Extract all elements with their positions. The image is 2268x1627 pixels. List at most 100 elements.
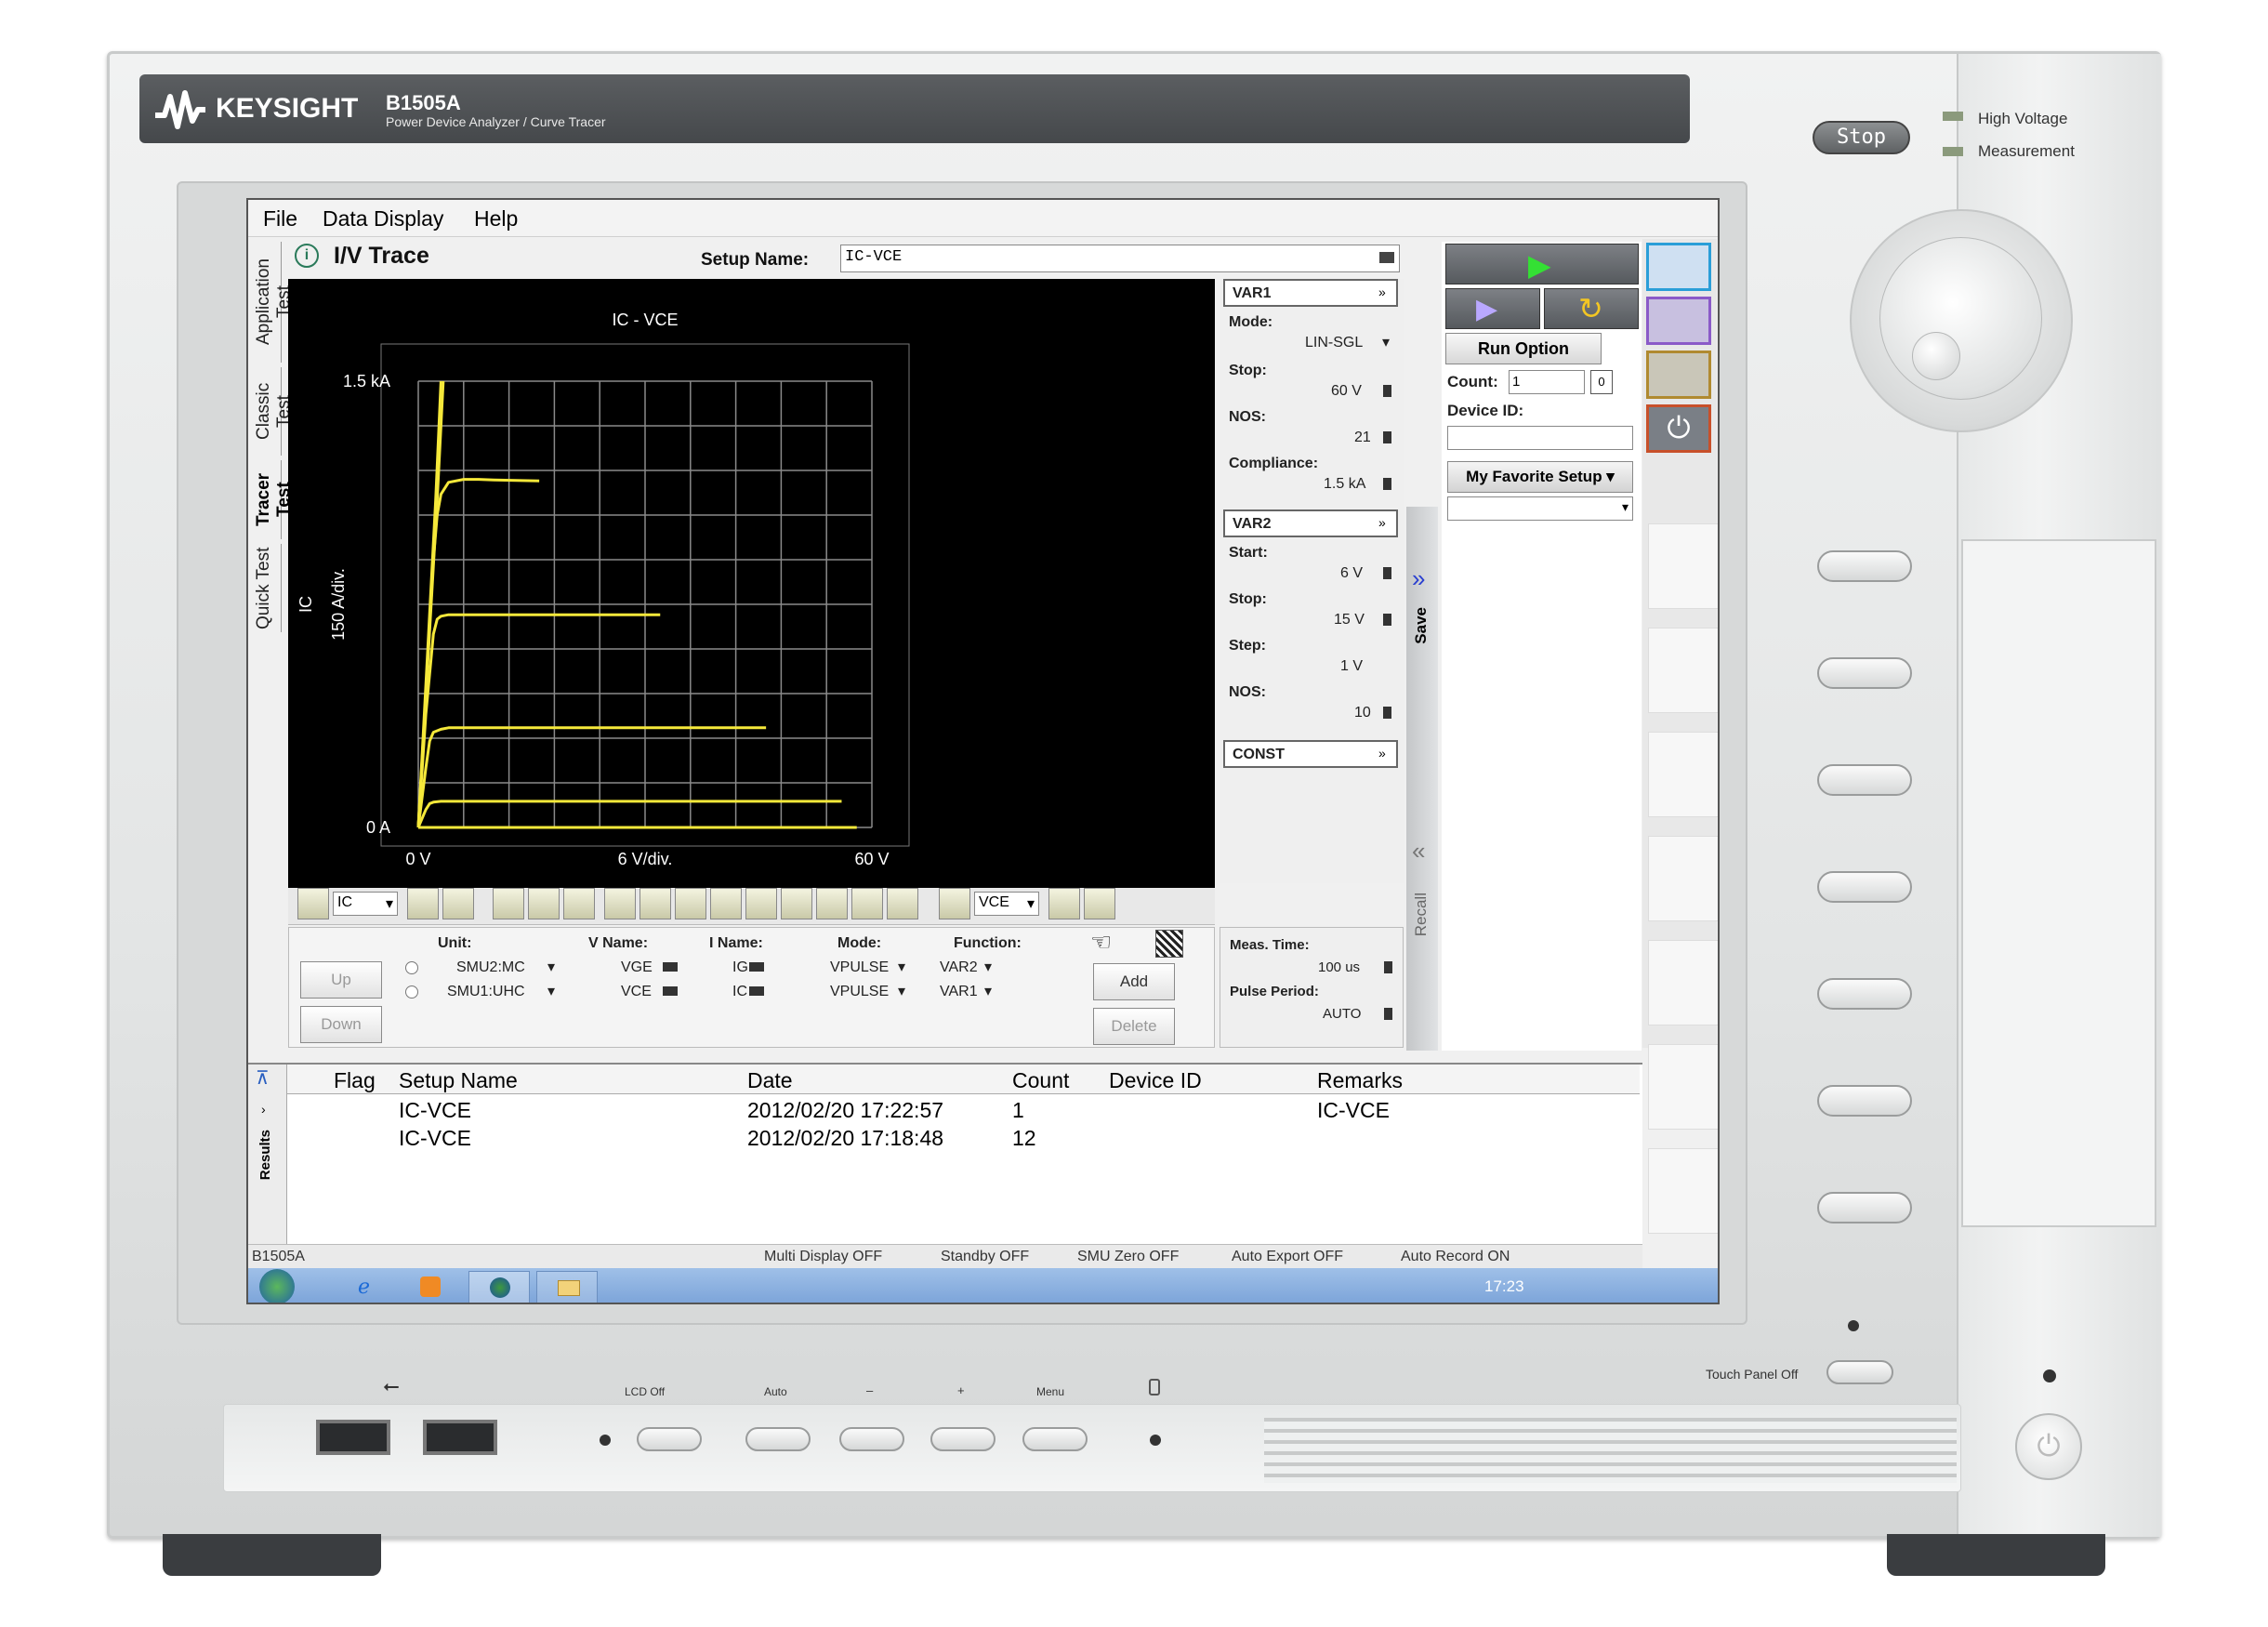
traffic-light-icon[interactable] — [563, 888, 595, 919]
tab-tracer-test[interactable]: Tracer Test — [254, 460, 294, 539]
browser-icon[interactable]: ℯ — [358, 1275, 370, 1299]
pulse-icon[interactable] — [851, 888, 883, 919]
row1-unit[interactable]: SMU2:MC — [456, 959, 525, 976]
row2-unit[interactable]: SMU1:UHC — [447, 984, 525, 1000]
multi-display-status[interactable]: Multi Display OFF — [764, 1249, 882, 1265]
var1-header[interactable]: VAR1 » — [1223, 279, 1398, 307]
setup-name-field[interactable]: IC-VCE — [840, 245, 1400, 272]
usb-port-2[interactable] — [423, 1420, 497, 1455]
softkey-3[interactable] — [1817, 764, 1912, 796]
lin-scale-icon[interactable] — [407, 888, 439, 919]
power-button[interactable]: ⏻ — [2015, 1413, 2082, 1480]
down-button[interactable]: Down — [300, 1006, 382, 1043]
add-button[interactable]: Add — [1093, 963, 1175, 1000]
row1-unit-chevron-icon[interactable]: ▾ — [547, 958, 555, 976]
clock[interactable]: 17:23 — [1484, 1277, 1524, 1296]
favorite-setup-button[interactable]: My Favorite Setup ▾ — [1447, 461, 1633, 493]
row2-vname[interactable]: VCE — [621, 984, 652, 1000]
crop-icon[interactable] — [528, 888, 560, 919]
keyboard-icon[interactable] — [1383, 385, 1391, 397]
var2-stop-value[interactable]: 15 V — [1334, 612, 1365, 628]
auto-button[interactable] — [745, 1427, 811, 1451]
add-trace-icon[interactable] — [442, 888, 474, 919]
row2-mode-chevron-icon[interactable]: ▾ — [898, 982, 905, 1000]
count-field[interactable]: 1 — [1509, 370, 1585, 394]
row2-function-chevron-icon[interactable]: ▾ — [984, 982, 992, 1000]
keyboard-icon[interactable] — [663, 962, 678, 972]
search-icon[interactable] — [1646, 297, 1711, 345]
count-reset-box[interactable]: 0 — [1590, 370, 1613, 394]
up-button[interactable]: Up — [300, 961, 382, 999]
keyboard-icon[interactable] — [1384, 1008, 1392, 1020]
row1-mode[interactable]: VPULSE — [830, 959, 889, 976]
chevron-right-icon[interactable]: › — [261, 1102, 266, 1117]
row1-vname[interactable]: VGE — [621, 959, 653, 976]
row1-function[interactable]: VAR2 — [940, 959, 978, 976]
row2-unit-chevron-icon[interactable]: ▾ — [547, 982, 555, 1000]
pulse-period-value[interactable]: AUTO — [1323, 1006, 1361, 1022]
touch-panel-off-button[interactable] — [1826, 1360, 1893, 1384]
collapse-icon[interactable]: « — [1412, 837, 1425, 866]
cursor-icon[interactable] — [710, 888, 742, 919]
run-option-button[interactable]: Run Option — [1445, 333, 1602, 364]
keyboard-icon[interactable] — [749, 962, 764, 972]
meas-time-value[interactable]: 100 us — [1318, 959, 1360, 975]
tab-classic-test[interactable]: Classic Test — [254, 367, 294, 456]
media-player-icon[interactable] — [420, 1276, 441, 1297]
tangent-icon[interactable] — [781, 888, 812, 919]
menu-button[interactable] — [1022, 1427, 1088, 1451]
softkey-5[interactable] — [1817, 978, 1912, 1010]
info-icon[interactable]: i — [295, 244, 319, 268]
col-date[interactable]: Date — [747, 1068, 793, 1093]
col-count[interactable]: Count — [1012, 1068, 1069, 1093]
tab-application-test[interactable]: Application Test — [254, 242, 294, 363]
overlay-icon[interactable] — [675, 888, 706, 919]
var1-compliance-value[interactable]: 1.5 kA — [1324, 476, 1365, 493]
camera-icon[interactable] — [640, 888, 671, 919]
power-off-icon[interactable]: ⏻ — [1646, 404, 1711, 453]
single-run-button[interactable]: ▶ — [1445, 244, 1639, 284]
var2-nos-value[interactable]: 10 — [1354, 705, 1371, 721]
repeat-run-button[interactable]: ↻ — [1544, 288, 1639, 329]
softkey-1[interactable] — [1817, 550, 1912, 582]
row2-function[interactable]: VAR1 — [940, 984, 978, 1000]
keyboard-icon[interactable] — [1383, 431, 1391, 443]
fit-icon[interactable] — [493, 888, 524, 919]
var1-stop-value[interactable]: 60 V — [1331, 383, 1362, 400]
row1-iname[interactable]: IG — [732, 959, 748, 976]
collapse-icon[interactable]: » — [1378, 284, 1386, 299]
hand-pointer-icon[interactable]: ☜ — [1090, 928, 1112, 957]
plus-button[interactable] — [930, 1427, 996, 1451]
grid-icon[interactable] — [1155, 930, 1183, 958]
var1-nos-value[interactable]: 21 — [1354, 430, 1371, 446]
tools-icon[interactable] — [887, 888, 918, 919]
recall-tab[interactable]: Recall — [1412, 893, 1431, 936]
menu-data-display[interactable]: Data Display — [323, 206, 443, 231]
var2-step-value[interactable]: 1 V — [1340, 658, 1363, 675]
keyboard-icon[interactable] — [663, 986, 678, 996]
col-flag[interactable]: Flag — [334, 1068, 376, 1093]
var1-mode-value[interactable]: LIN-SGL — [1305, 335, 1363, 351]
x-axis-icon[interactable] — [939, 888, 970, 919]
taskbar-app-active[interactable] — [468, 1271, 530, 1303]
start-button[interactable] — [259, 1269, 295, 1303]
save-tab[interactable]: Save — [1412, 607, 1431, 644]
collapse-icon[interactable]: » — [1378, 746, 1386, 761]
line-cursor-icon[interactable] — [745, 888, 777, 919]
y-axis-select[interactable]: IC ▾ — [333, 892, 398, 916]
softkey-4[interactable] — [1817, 871, 1912, 903]
keyboard-icon[interactable] — [1383, 707, 1391, 719]
tab-quick-test[interactable]: Quick Test — [254, 544, 282, 632]
collapse-up-icon[interactable]: ⊼ — [256, 1066, 270, 1090]
device-id-field[interactable] — [1447, 426, 1633, 450]
row2-mode[interactable]: VPULSE — [830, 984, 889, 1000]
menu-help[interactable]: Help — [474, 206, 518, 231]
regression-icon[interactable] — [816, 888, 848, 919]
expand-icon[interactable]: » — [1412, 564, 1425, 593]
stop-button[interactable]: Stop — [1813, 121, 1910, 154]
append-run-button[interactable]: ▶ — [1445, 288, 1540, 329]
row1-function-chevron-icon[interactable]: ▾ — [984, 958, 992, 976]
graph-view-icon[interactable] — [1646, 243, 1711, 291]
smu-zero-status[interactable]: SMU Zero OFF — [1077, 1249, 1179, 1265]
col-device-id[interactable]: Device ID — [1109, 1068, 1202, 1093]
